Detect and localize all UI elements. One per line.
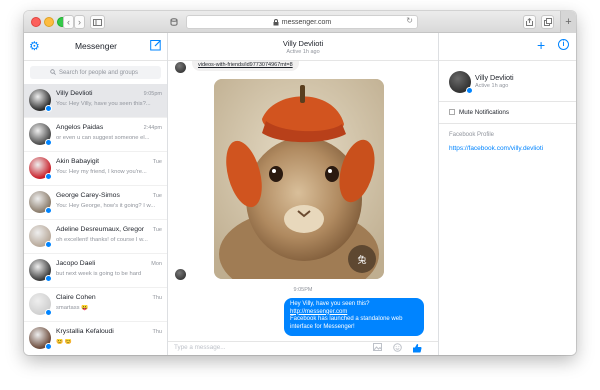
forward-button[interactable]: › — [74, 15, 85, 29]
messenger-badge-icon — [45, 207, 52, 214]
image-icon[interactable] — [373, 343, 382, 353]
conversation-snippet: oh excellent! thanks! of course I w... — [56, 237, 148, 243]
search-placeholder: Search for people and groups — [58, 69, 139, 76]
svg-text:兔: 兔 — [357, 254, 366, 266]
conversation-snippet: You: Hey Villy, have you seen this?... — [56, 101, 151, 107]
messenger-badge-icon — [45, 309, 52, 316]
chat-header: Villy Devlioti Active 1h ago — [168, 33, 438, 61]
conversation-name: Akin Babayigit — [56, 158, 100, 165]
messenger-badge-icon — [466, 87, 473, 94]
conversation-item[interactable]: Jacopo Daeli Mon but next week is going to… — [24, 254, 167, 288]
messenger-badge-icon — [45, 173, 52, 180]
messenger-badge-icon — [45, 139, 52, 146]
messenger-badge-icon — [45, 105, 52, 112]
conversation-name: Claire Cohen — [56, 294, 96, 301]
conversation-time: Mon — [151, 261, 162, 267]
conversation-snippet: You: Hey George, how's it going? I w... — [56, 203, 156, 209]
sidebar-toggle-button[interactable] — [90, 15, 105, 29]
facebook-profile-link[interactable]: https://facebook.com/villy.devlioti — [449, 145, 543, 152]
url-text: messenger.com — [281, 18, 332, 26]
profile-name: Villy Devlioti — [475, 73, 514, 82]
previous-message-link[interactable]: videos-with-friends/id9773074967mt=8 — [192, 61, 299, 71]
conversation-item[interactable]: George Carey-Simos Tue You: Hey George, ho… — [24, 186, 167, 220]
conversation-name: Villy Devlioti — [56, 90, 93, 97]
close-window-button[interactable] — [31, 17, 41, 27]
mute-label: Mute Notifications — [459, 109, 510, 116]
contact-avatar-small — [175, 269, 186, 280]
divider — [439, 101, 576, 102]
outgoing-message[interactable]: Hey Villy, have you seen this? http://me… — [284, 298, 424, 336]
profile-status: Active 1h ago — [475, 83, 509, 89]
messenger-badge-icon — [45, 343, 52, 350]
sidebar-header: ⚙ Messenger — [24, 33, 167, 61]
lock-icon — [273, 18, 279, 25]
search-input[interactable]: Search for people and groups — [30, 66, 161, 79]
conversation-snippet: or even u can suggest someone el... — [56, 135, 150, 141]
conversation-snippet: You: Hey my friend, I know you're... — [56, 169, 147, 175]
message-input[interactable]: Type a message... — [174, 344, 225, 351]
minimize-window-button[interactable] — [44, 17, 54, 27]
conversation-list: Villy Devlioti 9:05pm You: Hey Villy, have… — [24, 84, 167, 355]
conversation-item[interactable]: Adeline Desreumaux, Gregory... Tue oh exce… — [24, 220, 167, 254]
conversation-time: Tue — [152, 227, 162, 233]
share-button[interactable] — [523, 15, 536, 29]
conversation-time: 9:05pm — [143, 91, 162, 97]
contact-avatar-small — [175, 62, 186, 73]
conversation-item[interactable]: Krystallia Kefaloudi Thu 😊 😊 — [24, 322, 167, 355]
profile-panel: + i Villy Devlioti Active 1h ago Mute No… — [438, 33, 576, 355]
compose-icon[interactable] — [150, 39, 162, 51]
facebook-profile-label: Facebook Profile — [449, 132, 495, 138]
conversation-name: Krystallia Kefaloudi — [56, 328, 114, 335]
conversation-item[interactable]: Angelos Paidas 2:44pm or even u can sugges… — [24, 118, 167, 152]
mute-checkbox[interactable] — [449, 109, 455, 116]
search-icon — [50, 68, 56, 77]
emoji-icon[interactable] — [393, 343, 402, 354]
conversation-name: George Carey-Simos — [56, 192, 120, 199]
message-link[interactable]: http://messenger.com — [290, 309, 418, 317]
chat-panel: Villy Devlioti Active 1h ago videos-with… — [168, 33, 438, 355]
conversation-snippet: but next week is going to be hard — [56, 271, 142, 277]
browser-window: ‹ › messenger.com ↻ + ⚙ Messenger Search… — [24, 11, 576, 355]
new-tab-button[interactable]: + — [560, 11, 576, 33]
shared-photo[interactable]: 兔 — [214, 79, 384, 279]
bunny-photo: 兔 — [214, 79, 384, 279]
divider — [439, 123, 576, 124]
conversation-item[interactable]: Akin Babayigit Tue You: Hey my friend, I k… — [24, 152, 167, 186]
conversation-time: 2:44pm — [143, 125, 162, 131]
messenger-badge-icon — [45, 275, 52, 282]
conversation-time: Thu — [152, 295, 162, 301]
conversation-snippet: 😊 😊 — [56, 339, 73, 345]
chat-contact-status: Active 1h ago — [286, 49, 320, 55]
app-title: Messenger — [74, 41, 118, 51]
conversation-time: Thu — [152, 329, 162, 335]
conversation-snippet: smartass 😛 — [56, 305, 89, 311]
info-icon[interactable]: i — [558, 39, 569, 50]
browser-toolbar: ‹ › messenger.com ↻ + — [24, 11, 576, 33]
conversation-time: Tue — [152, 193, 162, 199]
back-button[interactable]: ‹ — [63, 15, 74, 29]
reading-list-icon[interactable] — [168, 15, 180, 29]
conversation-item[interactable]: Claire Cohen Thu smartass 😛 — [24, 288, 167, 322]
profile-panel-header: + i — [439, 33, 576, 61]
conversation-time: Tue — [152, 159, 162, 165]
mute-notifications-toggle[interactable]: Mute Notifications — [449, 109, 509, 116]
like-icon[interactable] — [412, 343, 422, 355]
message-composer: Type a message... — [168, 341, 438, 355]
conversation-item[interactable]: Villy Devlioti 9:05pm You: Hey Villy, have… — [24, 84, 167, 118]
message-timestamp: 9:05PM — [293, 287, 313, 293]
conversation-name: Jacopo Daeli — [56, 260, 96, 267]
tabs-overview-button[interactable] — [541, 15, 554, 29]
chat-contact-name[interactable]: Villy Devlioti — [168, 39, 438, 48]
conversation-name: Adeline Desreumaux, Gregory... — [56, 226, 144, 233]
message-line: Facebook has launched a standalone web i… — [290, 316, 403, 330]
address-bar[interactable]: messenger.com ↻ — [186, 15, 418, 29]
message-line: Hey Villy, have you seen this? — [290, 301, 370, 307]
messenger-badge-icon — [45, 241, 52, 248]
conversation-sidebar: ⚙ Messenger Search for people and groups… — [24, 33, 168, 355]
conversation-name: Angelos Paidas — [56, 124, 104, 131]
reload-icon[interactable]: ↻ — [406, 16, 413, 25]
add-people-icon[interactable]: + — [537, 38, 545, 52]
